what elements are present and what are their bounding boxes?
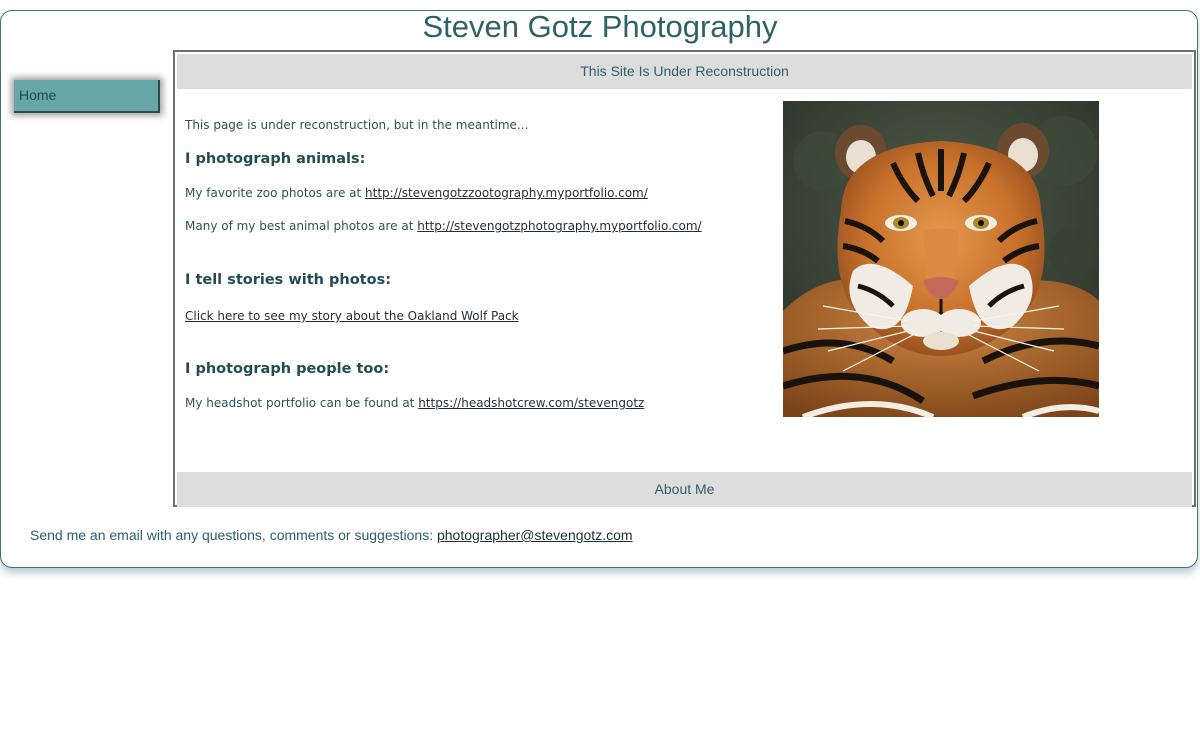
tiger-photo	[783, 101, 1099, 417]
intro-text: This page is under reconstruction, but i…	[185, 118, 529, 132]
headshot-text: My headshot portfolio can be found at	[185, 396, 419, 410]
wolf-story-line: Click here to see my story about the Oak…	[185, 309, 519, 323]
reconstruction-banner: This Site Is Under Reconstruction	[177, 54, 1192, 89]
heading-stories: I tell stories with photos:	[185, 272, 392, 288]
heading-people: I photograph people too:	[185, 361, 390, 377]
zoo-photos-line: My favorite zoo photos are at http://ste…	[185, 186, 648, 200]
main-content: This Site Is Under Reconstruction This p…	[173, 50, 1196, 507]
animal-photos-text: Many of my best animal photos are at	[185, 219, 418, 233]
animal-portfolio-link[interactable]: http://stevengotzphotography.myportfolio…	[417, 219, 701, 233]
zoo-portfolio-link[interactable]: http://stevengotzzootography.myportfolio…	[365, 186, 648, 200]
heading-animals: I photograph animals:	[185, 151, 366, 167]
site-title: Steven Gotz Photography	[422, 9, 778, 44]
headshot-portfolio-link[interactable]: https://headshotcrew.com/stevengotz	[418, 396, 644, 410]
headshot-line: My headshot portfolio can be found at ht…	[185, 396, 644, 410]
about-me-bar[interactable]: About Me	[177, 472, 1192, 507]
email-link[interactable]: photographer@stevengotz.com	[437, 527, 633, 543]
footer-text: Send me an email with any questions, com…	[30, 527, 437, 543]
wolf-pack-story-link[interactable]: Click here to see my story about the Oak…	[185, 309, 519, 323]
animal-photos-line: Many of my best animal photos are at htt…	[185, 219, 702, 233]
nav-home-button[interactable]: Home	[14, 80, 160, 113]
footer-contact: Send me an email with any questions, com…	[30, 527, 633, 543]
zoo-photos-text: My favorite zoo photos are at	[185, 186, 366, 200]
